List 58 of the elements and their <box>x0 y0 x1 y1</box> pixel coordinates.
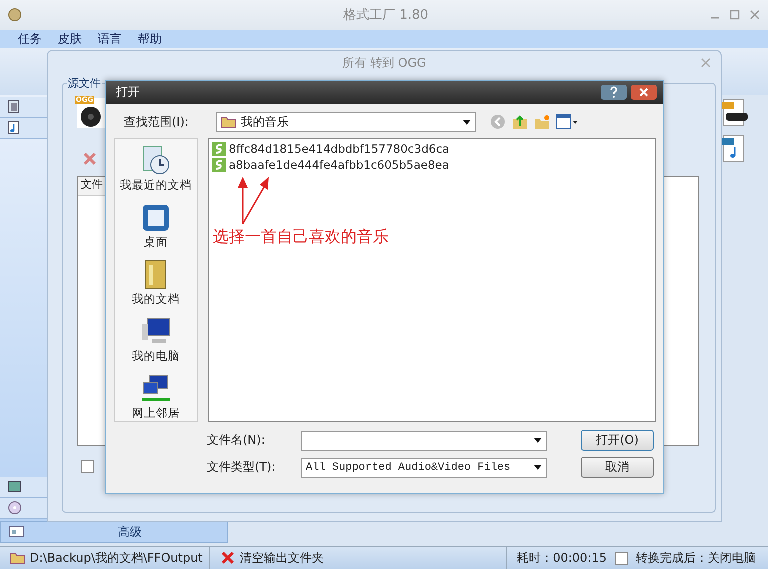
video-category-tab[interactable] <box>0 97 47 118</box>
menu-item[interactable]: 帮助 <box>138 30 162 48</box>
new-folder-icon[interactable] <box>534 114 550 130</box>
places-item[interactable]: 网上邻居 <box>132 373 180 421</box>
back-icon[interactable] <box>490 114 506 130</box>
places-item[interactable]: 桌面 <box>140 202 172 250</box>
desktop-icon <box>140 202 172 234</box>
dialog-title: 打开 <box>116 84 140 101</box>
look-in-dropdown[interactable]: 我的音乐 <box>216 112 476 132</box>
maximize-button[interactable] <box>730 10 740 20</box>
menu-item[interactable]: 语言 <box>98 30 122 48</box>
remove-icon[interactable] <box>83 152 97 166</box>
advanced-category-tab[interactable]: 高级 <box>0 521 228 543</box>
file-item[interactable]: 8ffc84d1815e414dbdbf157780c3d6ca <box>212 141 652 157</box>
open-button[interactable]: 打开(O) <box>581 430 654 451</box>
audio-category-tab[interactable] <box>0 118 47 139</box>
places-item[interactable]: 我的电脑 <box>132 316 180 364</box>
look-in-label: 查找范围(I): <box>123 114 190 130</box>
dropdown-arrow-icon <box>534 438 542 443</box>
view-menu-icon[interactable] <box>556 114 578 130</box>
output-folder-path[interactable]: D:\Backup\我的文档\FFOutput <box>30 550 203 566</box>
elapsed-time: 耗时：00:00:15 <box>517 550 607 566</box>
up-folder-icon[interactable] <box>512 114 528 130</box>
shutdown-label: 转换完成后：关闭电脑 <box>636 550 756 566</box>
dropdown-arrow-icon <box>534 465 542 470</box>
folder-icon[interactable] <box>10 551 26 565</box>
picture-category-tab[interactable] <box>0 477 47 498</box>
app-logo-icon <box>8 8 22 22</box>
shutdown-checkbox[interactable] <box>615 552 628 564</box>
music-folder-icon <box>221 115 237 129</box>
menu-item[interactable]: 皮肤 <box>58 30 82 48</box>
file-type-dropdown[interactable]: All Supported Audio&Video Files <box>301 458 547 478</box>
clear-output-folder-button[interactable]: 清空输出文件夹 <box>210 550 506 566</box>
file-type-label: 文件类型(T): <box>207 459 277 476</box>
menu-item[interactable]: 任务 <box>18 30 42 48</box>
places-item[interactable]: 我最近的文档 <box>120 145 192 193</box>
cancel-button[interactable]: 取消 <box>581 457 654 478</box>
dropdown-arrow-icon <box>463 120 471 124</box>
close-button[interactable] <box>750 10 760 20</box>
disc-category-tab[interactable] <box>0 498 47 519</box>
file-name-label: 文件名(N): <box>207 432 266 449</box>
help-button[interactable] <box>601 85 627 100</box>
close-button[interactable] <box>631 85 657 100</box>
window-title: 格式工厂 1.80 <box>342 7 430 24</box>
file-name-field[interactable] <box>301 430 547 450</box>
picture-icon <box>8 481 22 493</box>
disc-icon <box>8 501 22 515</box>
annotation-text: 选择一首自己喜欢的音乐 <box>213 227 389 248</box>
group-label: 源文件 <box>67 76 102 91</box>
x-mark-icon <box>220 550 236 566</box>
card-icon <box>9 526 25 538</box>
places-item[interactable]: 我的文档 <box>132 259 180 307</box>
output-checkbox[interactable] <box>81 460 94 473</box>
audio-file-icon <box>212 142 226 156</box>
audio-file-icon <box>212 158 226 172</box>
music-note-icon <box>8 121 20 135</box>
file-item[interactable]: a8baafe1de444fe4afbb1c605b5ae8ea <box>212 157 652 173</box>
dialog-title: 所有 转到 OGG <box>342 54 426 72</box>
